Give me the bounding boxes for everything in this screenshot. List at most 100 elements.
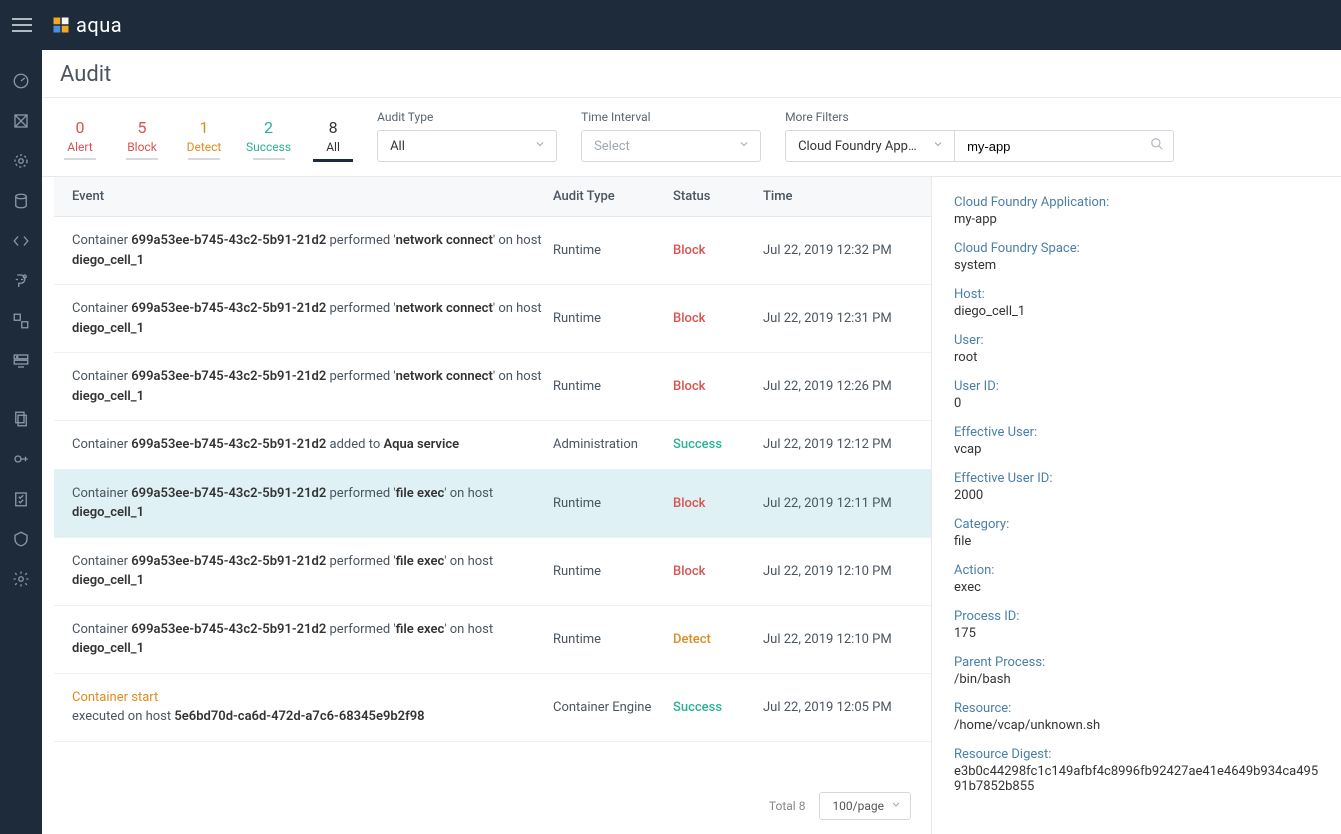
type-cell: Administration (553, 437, 673, 452)
table-row[interactable]: Container startexecuted on host 5e6bd70d… (54, 674, 931, 742)
detail-field: Resource Digest: e3b0c44298fc1c149afbf4c8… (954, 747, 1319, 794)
nav-secrets[interactable] (0, 440, 42, 478)
aqua-logo-icon (52, 16, 70, 34)
search-icon (1150, 137, 1164, 155)
chevron-down-icon (534, 138, 546, 154)
filter-search-input[interactable] (955, 130, 1174, 162)
filter-audit-type: Audit Type All (377, 110, 557, 162)
status-tab-block[interactable]: 5Block (122, 118, 162, 162)
more-filters-value: Cloud Foundry Application (798, 139, 918, 154)
time-cell: Jul 22, 2019 12:10 PM (763, 632, 923, 647)
filters-bar: 0 Alert 5Block 1 Detect 2 Success 8All Audit Ty… (42, 98, 1341, 177)
type-cell: Runtime (553, 632, 673, 647)
status-count: 0 (76, 118, 85, 137)
time-cell: Jul 22, 2019 12:12 PM (763, 437, 923, 452)
sidebar (0, 50, 42, 834)
detail-key: Resource Digest: (954, 747, 1319, 762)
nav-audit[interactable] (0, 520, 42, 558)
status-label: Detect (187, 140, 222, 154)
nav-settings[interactable] (0, 560, 42, 598)
nav-policies[interactable] (0, 400, 42, 438)
nav-compliance[interactable] (0, 480, 42, 518)
menu-toggle[interactable] (12, 18, 32, 32)
status-tab-detect[interactable]: 1 Detect (184, 118, 224, 162)
detail-value: 2000 (954, 488, 1319, 503)
status-tab-all[interactable]: 8All (313, 118, 353, 162)
status-cell: Block (673, 496, 763, 511)
detail-value: 175 (954, 626, 1319, 641)
detail-value: my-app (954, 212, 1319, 227)
status-tab-alert[interactable]: 0 Alert (60, 118, 100, 162)
nav-services[interactable] (0, 342, 42, 380)
status-label: Alert (67, 140, 92, 154)
detail-field: Action:exec (954, 563, 1319, 595)
event-cell: Container 699a53ee-b745-43c2-5b91-21d2 p… (62, 484, 553, 523)
detail-key: Category: (954, 517, 1319, 532)
detail-key: Effective User: (954, 425, 1319, 440)
detail-value: /home/vcap/unknown.sh (954, 718, 1319, 733)
nav-images[interactable] (0, 182, 42, 220)
page-size-value: 100/page (832, 799, 884, 813)
nav-enforce[interactable] (0, 262, 42, 300)
nav-risk[interactable] (0, 102, 42, 140)
audit-table: Event Audit Type Status Time Container 6… (42, 177, 931, 834)
filter-time-interval: Time Interval Select (581, 110, 761, 162)
event-cell: Container 699a53ee-b745-43c2-5b91-21d2 p… (62, 231, 553, 270)
time-cell: Jul 22, 2019 12:32 PM (763, 243, 923, 258)
time-cell: Jul 22, 2019 12:31 PM (763, 311, 923, 326)
status-tab-success[interactable]: 2 Success (246, 118, 291, 162)
more-filters-select[interactable]: Cloud Foundry Application (785, 130, 955, 162)
detail-key: Effective User ID: (954, 471, 1319, 486)
status-label: Success (246, 140, 291, 154)
detail-key: User ID: (954, 379, 1319, 394)
filter-audit-type-label: Audit Type (377, 110, 557, 124)
event-cell: Container 699a53ee-b745-43c2-5b91-21d2 p… (62, 299, 553, 338)
total-count: Total 8 (769, 799, 806, 813)
page-title: Audit (60, 62, 1323, 87)
status-cell: Success (673, 700, 763, 715)
nav-dashboard[interactable] (0, 62, 42, 100)
status-cell: Block (673, 311, 763, 326)
detail-key: Cloud Foundry Application: (954, 195, 1319, 210)
time-interval-select[interactable]: Select (581, 130, 761, 162)
nav-functions[interactable] (0, 222, 42, 260)
event-cell: Container startexecuted on host 5e6bd70d… (62, 688, 553, 727)
detail-field: User ID:0 (954, 379, 1319, 411)
page-size-select[interactable]: 100/page (819, 792, 911, 820)
status-count: 2 (264, 118, 273, 137)
table-row[interactable]: Container 699a53ee-b745-43c2-5b91-21d2 p… (54, 217, 931, 285)
table-header: Event Audit Type Status Time (54, 177, 931, 217)
status-label: All (326, 140, 340, 154)
detail-value: e3b0c44298fc1c149afbf4c8996fb92427ae41e4… (954, 764, 1319, 794)
col-event: Event (62, 189, 553, 204)
detail-key: User: (954, 333, 1319, 348)
status-tabs: 0 Alert 5Block 1 Detect 2 Success 8All (60, 118, 353, 162)
col-type: Audit Type (553, 189, 673, 204)
detail-field: Parent Process:/bin/bash (954, 655, 1319, 687)
detail-value: vcap (954, 442, 1319, 457)
table-row[interactable]: Container 699a53ee-b745-43c2-5b91-21d2 p… (54, 606, 931, 674)
detail-value: file (954, 534, 1319, 549)
table-row[interactable]: Container 699a53ee-b745-43c2-5b91-21d2 a… (54, 421, 931, 470)
detail-key: Resource: (954, 701, 1319, 716)
filter-more-label: More Filters (785, 110, 1174, 124)
table-row[interactable]: Container 699a53ee-b745-43c2-5b91-21d2 p… (54, 353, 931, 421)
audit-type-select[interactable]: All (377, 130, 557, 162)
event-cell: Container 699a53ee-b745-43c2-5b91-21d2 p… (62, 367, 553, 406)
chevron-down-icon (932, 138, 944, 154)
event-cell: Container 699a53ee-b745-43c2-5b91-21d2 p… (62, 552, 553, 591)
type-cell: Runtime (553, 311, 673, 326)
nav-containers[interactable] (0, 302, 42, 340)
status-count: 5 (138, 118, 147, 137)
table-row[interactable]: Container 699a53ee-b745-43c2-5b91-21d2 p… (54, 285, 931, 353)
table-row[interactable]: Container 699a53ee-b745-43c2-5b91-21d2 p… (54, 470, 931, 538)
detail-field: Cloud Foundry Space:system (954, 241, 1319, 273)
nav-vulnerabilities[interactable] (0, 142, 42, 180)
detail-field: Effective User ID: 2000 (954, 471, 1319, 503)
detail-key: Process ID: (954, 609, 1319, 624)
detail-field: User:root (954, 333, 1319, 365)
table-row[interactable]: Container 699a53ee-b745-43c2-5b91-21d2 p… (54, 538, 931, 606)
audit-type-value: All (390, 139, 405, 154)
status-count: 1 (200, 118, 209, 137)
type-cell: Runtime (553, 243, 673, 258)
